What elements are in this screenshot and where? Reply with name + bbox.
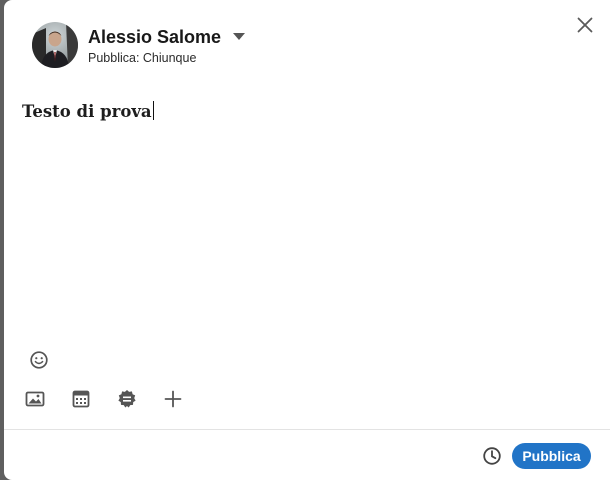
visibility-label: Pubblica: Chiunque <box>88 50 197 65</box>
close-button[interactable] <box>574 14 596 36</box>
add-event-button[interactable] <box>67 385 95 413</box>
author-identity: Alessio Salome Pubblica: Chiunque <box>88 26 246 65</box>
badge-icon <box>118 390 136 408</box>
clock-icon <box>483 447 501 465</box>
author-name-row: Alessio Salome <box>88 26 246 48</box>
close-icon <box>577 17 593 33</box>
author-name: Alessio Salome <box>88 26 222 47</box>
post-text-editor[interactable]: Testo di prova <box>22 101 582 331</box>
plus-icon <box>164 390 182 408</box>
image-icon <box>25 391 45 407</box>
text-cursor <box>152 101 154 120</box>
author-visibility-selector[interactable]: Alessio Salome Pubblica: Chiunque <box>32 22 246 68</box>
post-composer-dialog: Alessio Salome Pubblica: Chiunque Testo … <box>4 0 610 480</box>
schedule-post-button[interactable] <box>478 442 506 470</box>
celebrate-badge-button[interactable] <box>113 385 141 413</box>
chevron-down-icon <box>233 33 246 40</box>
avatar <box>32 22 78 68</box>
emoji-button[interactable] <box>25 346 53 374</box>
footer-divider <box>4 429 610 430</box>
calendar-icon <box>72 390 90 408</box>
publish-button[interactable]: Pubblica <box>512 443 591 469</box>
emoji-icon <box>30 351 48 369</box>
add-image-button[interactable] <box>21 385 49 413</box>
post-text: Testo di prova <box>22 102 152 121</box>
more-options-button[interactable] <box>159 385 187 413</box>
